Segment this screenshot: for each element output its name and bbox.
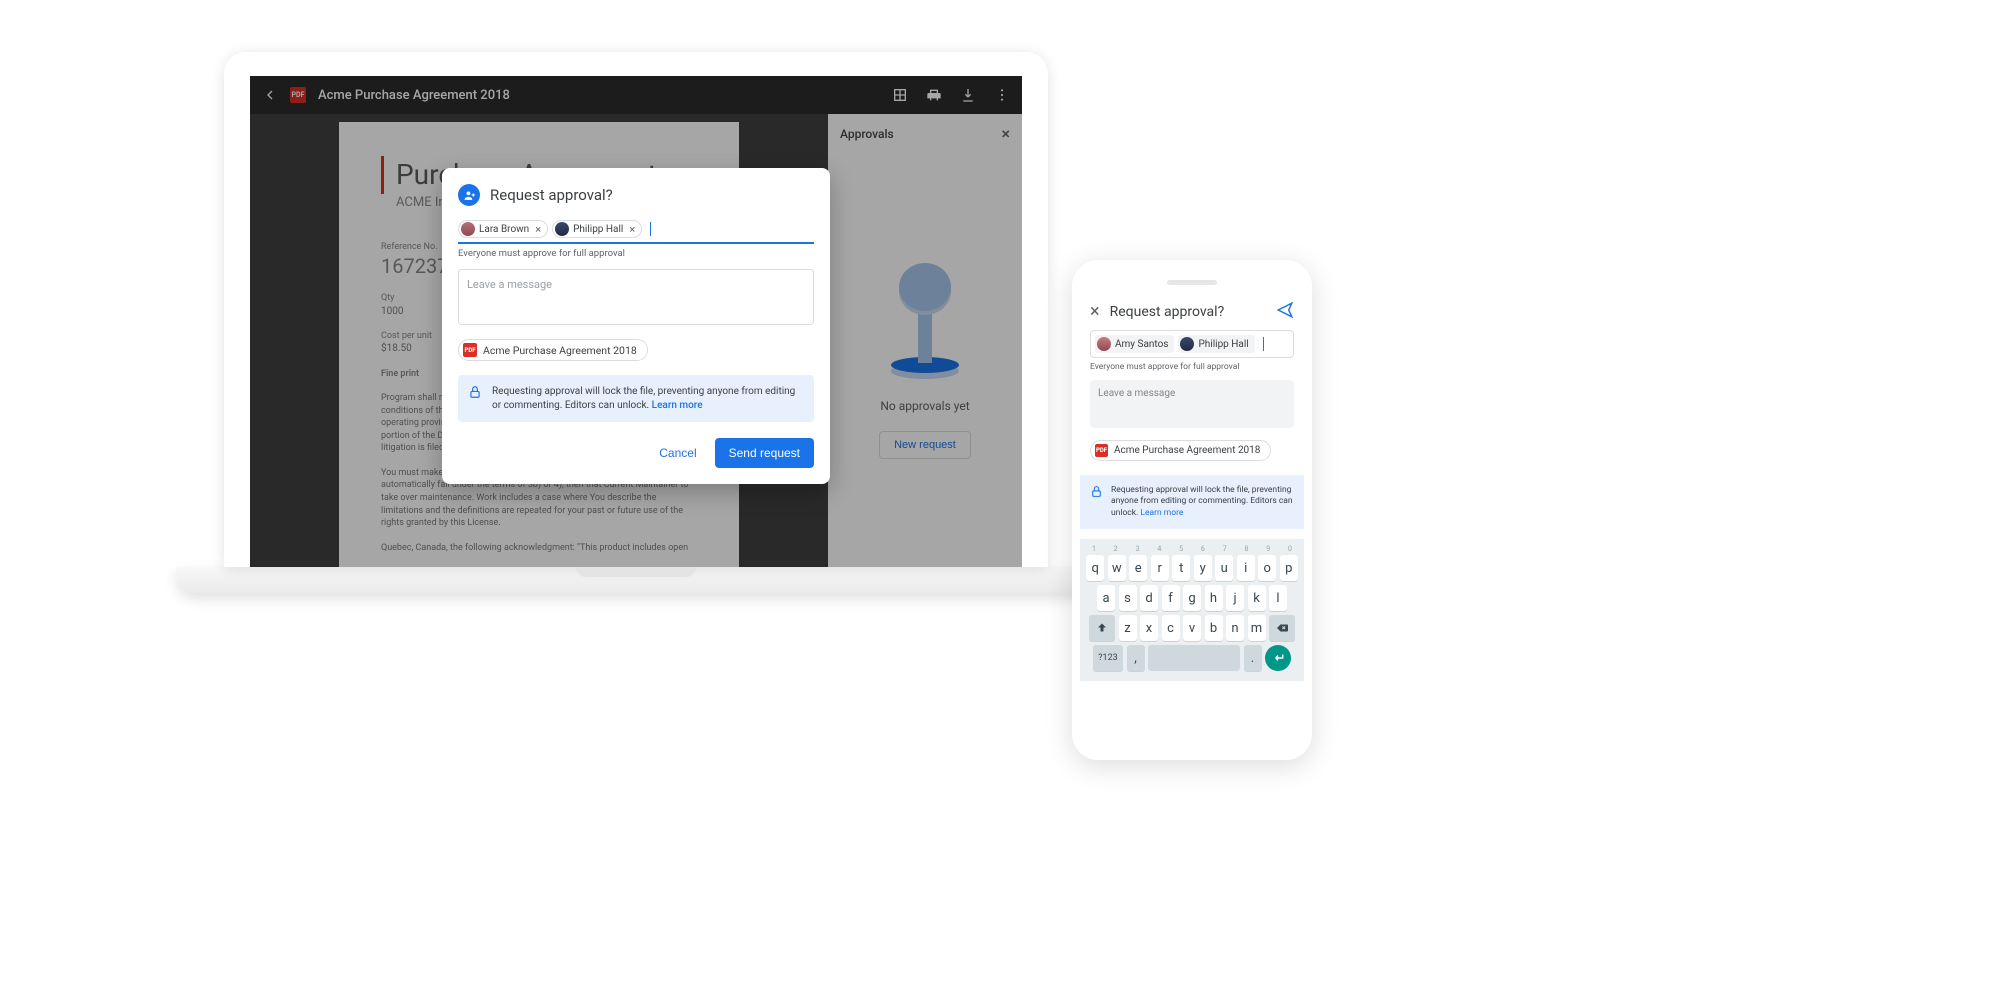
lock-icon bbox=[468, 385, 482, 412]
key[interactable]: f bbox=[1162, 585, 1180, 611]
learn-more-link[interactable]: Learn more bbox=[652, 400, 703, 411]
key[interactable]: l bbox=[1269, 585, 1287, 611]
attached-file-chip[interactable]: PDF Acme Purchase Agreement 2018 bbox=[458, 339, 648, 361]
info-text-content: Requesting approval will lock the file, … bbox=[492, 386, 795, 411]
key[interactable]: z bbox=[1119, 615, 1137, 641]
key[interactable]: p bbox=[1280, 555, 1298, 581]
comma-key[interactable]: , bbox=[1127, 645, 1145, 671]
space-key[interactable] bbox=[1148, 645, 1240, 671]
phone-approvers-input[interactable]: Amy Santos Philipp Hall bbox=[1090, 330, 1294, 358]
file-name: Acme Purchase Agreement 2018 bbox=[1114, 445, 1260, 456]
key[interactable]: u bbox=[1215, 555, 1233, 581]
message-input[interactable]: Leave a message bbox=[458, 269, 814, 325]
key-hint: 7 bbox=[1223, 545, 1227, 553]
info-text: Requesting approval will lock the file, … bbox=[492, 385, 804, 412]
key[interactable]: s bbox=[1119, 585, 1137, 611]
phone-info-banner: Requesting approval will lock the file, … bbox=[1080, 475, 1304, 529]
symbols-key[interactable]: ?123 bbox=[1093, 645, 1123, 671]
approver-chip[interactable]: Philipp Hall × bbox=[552, 220, 642, 238]
phone-message-input[interactable]: Leave a message bbox=[1090, 380, 1294, 428]
approvers-input[interactable]: Lara Brown × Philipp Hall × bbox=[458, 218, 814, 244]
phone-screen: × Request approval? Amy Santos Philipp H… bbox=[1080, 293, 1304, 752]
avatar bbox=[461, 222, 475, 236]
approvers-helper: Everyone must approve for full approval bbox=[458, 248, 814, 259]
key[interactable]: b bbox=[1205, 615, 1223, 641]
text-cursor bbox=[650, 222, 651, 236]
key-hint: 6 bbox=[1201, 545, 1205, 553]
key[interactable]: y bbox=[1194, 555, 1212, 581]
key[interactable]: q bbox=[1086, 555, 1104, 581]
key[interactable]: r bbox=[1151, 555, 1169, 581]
pdf-viewer-screen: PDF Acme Purchase Agreement 2018 bbox=[250, 76, 1022, 567]
key[interactable]: e bbox=[1129, 555, 1147, 581]
key[interactable]: i bbox=[1237, 555, 1255, 581]
key[interactable]: o bbox=[1258, 555, 1276, 581]
pdf-badge-icon: PDF bbox=[1095, 444, 1108, 457]
key-hint: 8 bbox=[1244, 545, 1248, 553]
key-hint: 4 bbox=[1157, 545, 1161, 553]
key[interactable]: a bbox=[1097, 585, 1115, 611]
send-icon[interactable] bbox=[1276, 301, 1294, 322]
key[interactable]: x bbox=[1140, 615, 1158, 641]
remove-chip-icon[interactable]: × bbox=[627, 223, 637, 236]
cancel-button[interactable]: Cancel bbox=[649, 438, 706, 468]
info-text: Requesting approval will lock the file, … bbox=[1111, 485, 1294, 519]
phone-dialog-title: Request approval? bbox=[1110, 304, 1225, 320]
shift-key[interactable] bbox=[1089, 615, 1115, 641]
phone-file-chip[interactable]: PDF Acme Purchase Agreement 2018 bbox=[1090, 440, 1271, 461]
approver-chip[interactable]: Philipp Hall bbox=[1178, 335, 1254, 353]
phone-helper: Everyone must approve for full approval bbox=[1090, 362, 1294, 372]
lock-info-banner: Requesting approval will lock the file, … bbox=[458, 375, 814, 422]
key[interactable]: v bbox=[1183, 615, 1201, 641]
key-hint: 0 bbox=[1288, 545, 1292, 553]
period-key[interactable]: . bbox=[1244, 645, 1262, 671]
avatar bbox=[1097, 337, 1111, 351]
key[interactable]: d bbox=[1140, 585, 1158, 611]
text-cursor bbox=[1263, 337, 1264, 351]
key-hint-row: 1 2 3 4 5 6 7 8 9 0 bbox=[1084, 545, 1300, 555]
chip-label: Lara Brown bbox=[479, 224, 529, 235]
soft-keyboard[interactable]: 1 2 3 4 5 6 7 8 9 0 q w e r t y u i o bbox=[1080, 539, 1304, 681]
key[interactable]: h bbox=[1205, 585, 1223, 611]
approver-chip[interactable]: Lara Brown × bbox=[458, 220, 548, 238]
laptop-mockup: PDF Acme Purchase Agreement 2018 bbox=[176, 52, 1096, 593]
learn-more-link[interactable]: Learn more bbox=[1140, 508, 1183, 518]
key[interactable]: n bbox=[1226, 615, 1244, 641]
key[interactable]: w bbox=[1108, 555, 1126, 581]
chip-label: Philipp Hall bbox=[1198, 339, 1248, 350]
file-name: Acme Purchase Agreement 2018 bbox=[483, 344, 637, 357]
close-icon[interactable]: × bbox=[1090, 301, 1100, 322]
request-approval-dialog: Request approval? Lara Brown × Philipp H… bbox=[442, 168, 830, 484]
key-hint: 5 bbox=[1179, 545, 1183, 553]
dialog-title: Request approval? bbox=[490, 186, 613, 204]
key[interactable]: m bbox=[1248, 615, 1266, 641]
phone-speaker bbox=[1167, 280, 1217, 285]
key[interactable]: c bbox=[1162, 615, 1180, 641]
avatar bbox=[555, 222, 569, 236]
remove-chip-icon[interactable]: × bbox=[533, 223, 543, 236]
approver-chip[interactable]: Amy Santos bbox=[1095, 335, 1174, 353]
pdf-badge-icon: PDF bbox=[463, 343, 477, 357]
key[interactable]: k bbox=[1248, 585, 1266, 611]
person-add-icon bbox=[458, 184, 480, 206]
key[interactable]: g bbox=[1183, 585, 1201, 611]
chip-label: Amy Santos bbox=[1115, 339, 1168, 350]
key-hint: 9 bbox=[1266, 545, 1270, 553]
key-hint: 3 bbox=[1136, 545, 1140, 553]
info-text-content: Requesting approval will lock the file, … bbox=[1111, 485, 1293, 518]
lock-icon bbox=[1090, 485, 1103, 519]
key-hint: 1 bbox=[1092, 545, 1096, 553]
laptop-bezel: PDF Acme Purchase Agreement 2018 bbox=[224, 52, 1048, 567]
phone-mockup: × Request approval? Amy Santos Philipp H… bbox=[1072, 260, 1312, 760]
backspace-key[interactable] bbox=[1269, 615, 1295, 641]
key-hint: 2 bbox=[1114, 545, 1118, 553]
send-request-button[interactable]: Send request bbox=[715, 438, 814, 468]
enter-key[interactable] bbox=[1265, 645, 1291, 671]
chip-label: Philipp Hall bbox=[573, 224, 623, 235]
avatar bbox=[1180, 337, 1194, 351]
key[interactable]: j bbox=[1226, 585, 1244, 611]
key[interactable]: t bbox=[1172, 555, 1190, 581]
phone-dialog-header: × Request approval? bbox=[1080, 293, 1304, 330]
